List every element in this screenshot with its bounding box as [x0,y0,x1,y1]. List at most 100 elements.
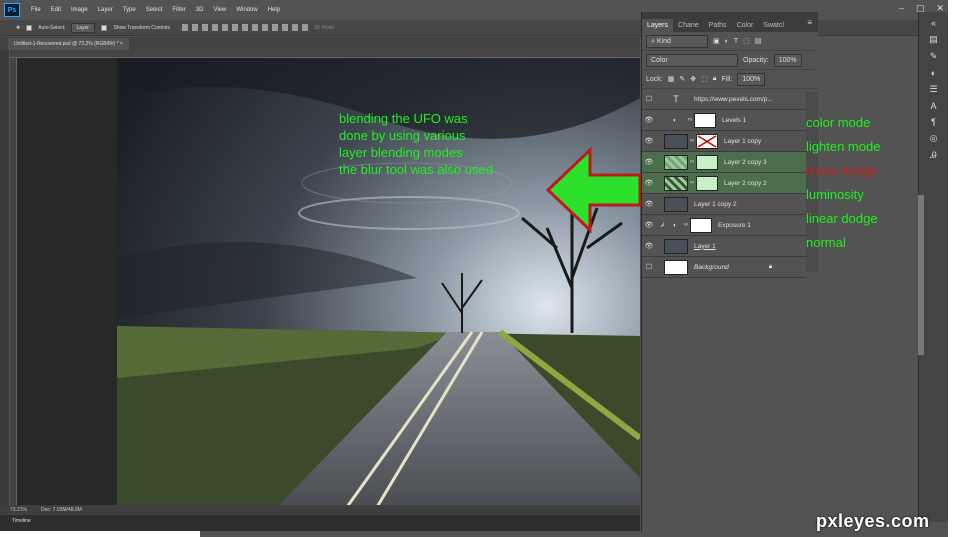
lock-position-icon[interactable]: ✥ [690,75,696,83]
eye-icon[interactable]: 👁︎ [642,221,656,229]
mask-thumbnail[interactable] [696,133,718,149]
opacity-input[interactable]: 100% [773,53,802,67]
tab-layers[interactable]: Layers [642,19,674,32]
eye-icon[interactable]: 👁︎ [642,200,656,208]
panel-expand-icon[interactable]: « [919,18,948,28]
align-right-icon[interactable] [231,24,238,31]
auto-select-dropdown[interactable]: Layer [71,22,96,33]
menu-select[interactable]: Select [141,7,168,13]
menu-type[interactable]: Type [118,7,141,13]
lock-image-icon[interactable]: ✎ [679,75,685,83]
paragraph-icon[interactable]: ¶ [919,117,948,127]
visibility-off-icon[interactable]: ☐ [642,95,656,103]
layer-row[interactable]: ☐ Background 🔒︎ [642,257,806,278]
mask-thumbnail[interactable] [690,217,712,233]
distribute-right-icon[interactable] [291,24,298,31]
menu-image[interactable]: Image [66,7,93,13]
auto-select-checkbox[interactable] [26,24,33,31]
eye-icon[interactable]: 👁︎ [642,179,656,187]
document-tab[interactable]: Untitled-1-Recovered.psd @ 73.2% (RGB/8#… [8,38,129,50]
document-tab-close-icon[interactable]: × [120,41,123,47]
filter-shape-icon[interactable]: ⬚ [743,37,750,45]
auto-align-icon[interactable] [301,24,308,31]
lock-transparent-icon[interactable]: ▦ [668,75,675,83]
filter-pixel-icon[interactable]: ▣ [713,37,720,45]
mask-thumbnail[interactable] [696,154,718,170]
canvas-scrollbar[interactable] [918,195,924,355]
layer-name: https://www.pexels.com/p... [694,95,773,103]
distribute-middle-icon[interactable] [251,24,258,31]
layer-row[interactable]: 👁︎ Layer 1 copy 2 [642,194,806,215]
eye-icon[interactable]: 👁︎ [642,158,656,166]
status-bar: 73.21% Doc: 7.03M/48.9M [0,505,640,515]
layer-row[interactable]: 👁︎ Layer 1 [642,236,806,257]
layer-thumbnail[interactable] [664,154,688,170]
align-middle-icon[interactable] [191,24,198,31]
menu-edit[interactable]: Edit [46,7,66,13]
brush-icon[interactable]: ✎ [919,51,948,62]
filter-kind-dropdown[interactable]: ⌕ Kind [646,34,708,48]
align-left-icon[interactable] [211,24,218,31]
tab-color[interactable]: Color [732,19,759,32]
minimize-button[interactable]: – [899,3,904,14]
mask-thumbnail[interactable] [696,175,718,191]
info-icon[interactable]: ◎ [919,133,948,144]
blend-mode-dropdown[interactable]: Color [646,53,738,67]
layer-row[interactable]: ☐ T https://www.pexels.com/p... [642,89,806,110]
tab-paths[interactable]: Paths [704,19,732,32]
visibility-off-icon[interactable]: ☐ [642,263,656,271]
menu-file[interactable]: File [26,7,46,13]
layer-name: Levels 1 [722,116,747,124]
layer-thumbnail[interactable] [664,238,688,254]
lock-artboard-icon[interactable]: ⬚ [701,75,708,83]
layer-thumbnail[interactable] [664,259,688,275]
move-tool-icon[interactable]: ✥ [16,25,20,31]
distribute-center-icon[interactable] [281,24,288,31]
layer-row[interactable]: 👁︎ ∞ Layer 2 copy 3 [642,152,806,173]
distribute-left-icon[interactable] [271,24,278,31]
distribute-top-icon[interactable] [241,24,248,31]
layer-thumbnail[interactable] [664,133,688,149]
layer-row[interactable]: 👁︎ ∞ Layer 1 copy [642,131,806,152]
adjustments-icon[interactable]: ◐ [919,68,948,78]
layer-thumbnail[interactable] [664,196,688,212]
layer-row[interactable]: 👁︎ ◐ ∞ Levels 1 [642,110,806,131]
align-top-icon[interactable] [181,24,188,31]
glyphs-icon[interactable]: Ꭿ [919,150,948,161]
timeline-tab[interactable]: Timeline [12,518,31,524]
menu-layer[interactable]: Layer [93,7,118,13]
transform-controls-checkbox[interactable] [101,24,108,31]
align-center-icon[interactable] [221,24,228,31]
history-icon[interactable]: ▤ [919,34,948,45]
layer-row[interactable]: 👁︎ ∞ Layer 2 copy 2 [642,173,806,194]
character-icon[interactable]: A [919,101,948,111]
distribute-bottom-icon[interactable] [261,24,268,31]
properties-icon[interactable]: ☰ [919,84,948,95]
blend-row: Color Opacity: 100% [642,51,818,70]
zoom-level[interactable]: 73.21% [10,507,27,513]
menu-help[interactable]: Help [263,7,285,13]
filter-adjustment-icon[interactable]: ◐ [725,38,729,45]
fill-input[interactable]: 100% [737,72,766,86]
eye-icon[interactable]: 👁︎ [642,116,656,124]
filter-smart-object-icon[interactable]: ▤ [755,37,762,45]
menu-filter[interactable]: Filter [167,7,190,13]
lock-all-icon[interactable]: 🔒︎ [713,75,717,83]
menu-window[interactable]: Window [231,7,262,13]
adjustment-icon: ◐ [673,116,677,124]
menu-view[interactable]: View [208,7,231,13]
layer-row[interactable]: 👁︎ ↲ ◐ ∞ Exposure 1 [642,215,806,236]
filter-type-icon[interactable]: T [734,38,738,45]
auto-select-label: Auto-Select: [38,24,66,31]
tab-channels[interactable]: Chane [673,19,704,32]
menu-3d[interactable]: 3D [191,7,209,13]
eye-icon[interactable]: 👁︎ [642,242,656,250]
adjustment-icon: ◐ [673,221,677,229]
align-bottom-icon[interactable] [201,24,208,31]
eye-icon[interactable]: 👁︎ [642,137,656,145]
tab-swatches[interactable]: Swatcl [758,19,789,32]
lock-row: Lock: ▦ ✎ ✥ ⬚ 🔒︎ Fill: 100% [642,70,818,89]
layer-thumbnail[interactable] [664,175,688,191]
panel-menu-icon[interactable]: ≡ [807,18,812,27]
mask-thumbnail[interactable] [694,112,716,128]
